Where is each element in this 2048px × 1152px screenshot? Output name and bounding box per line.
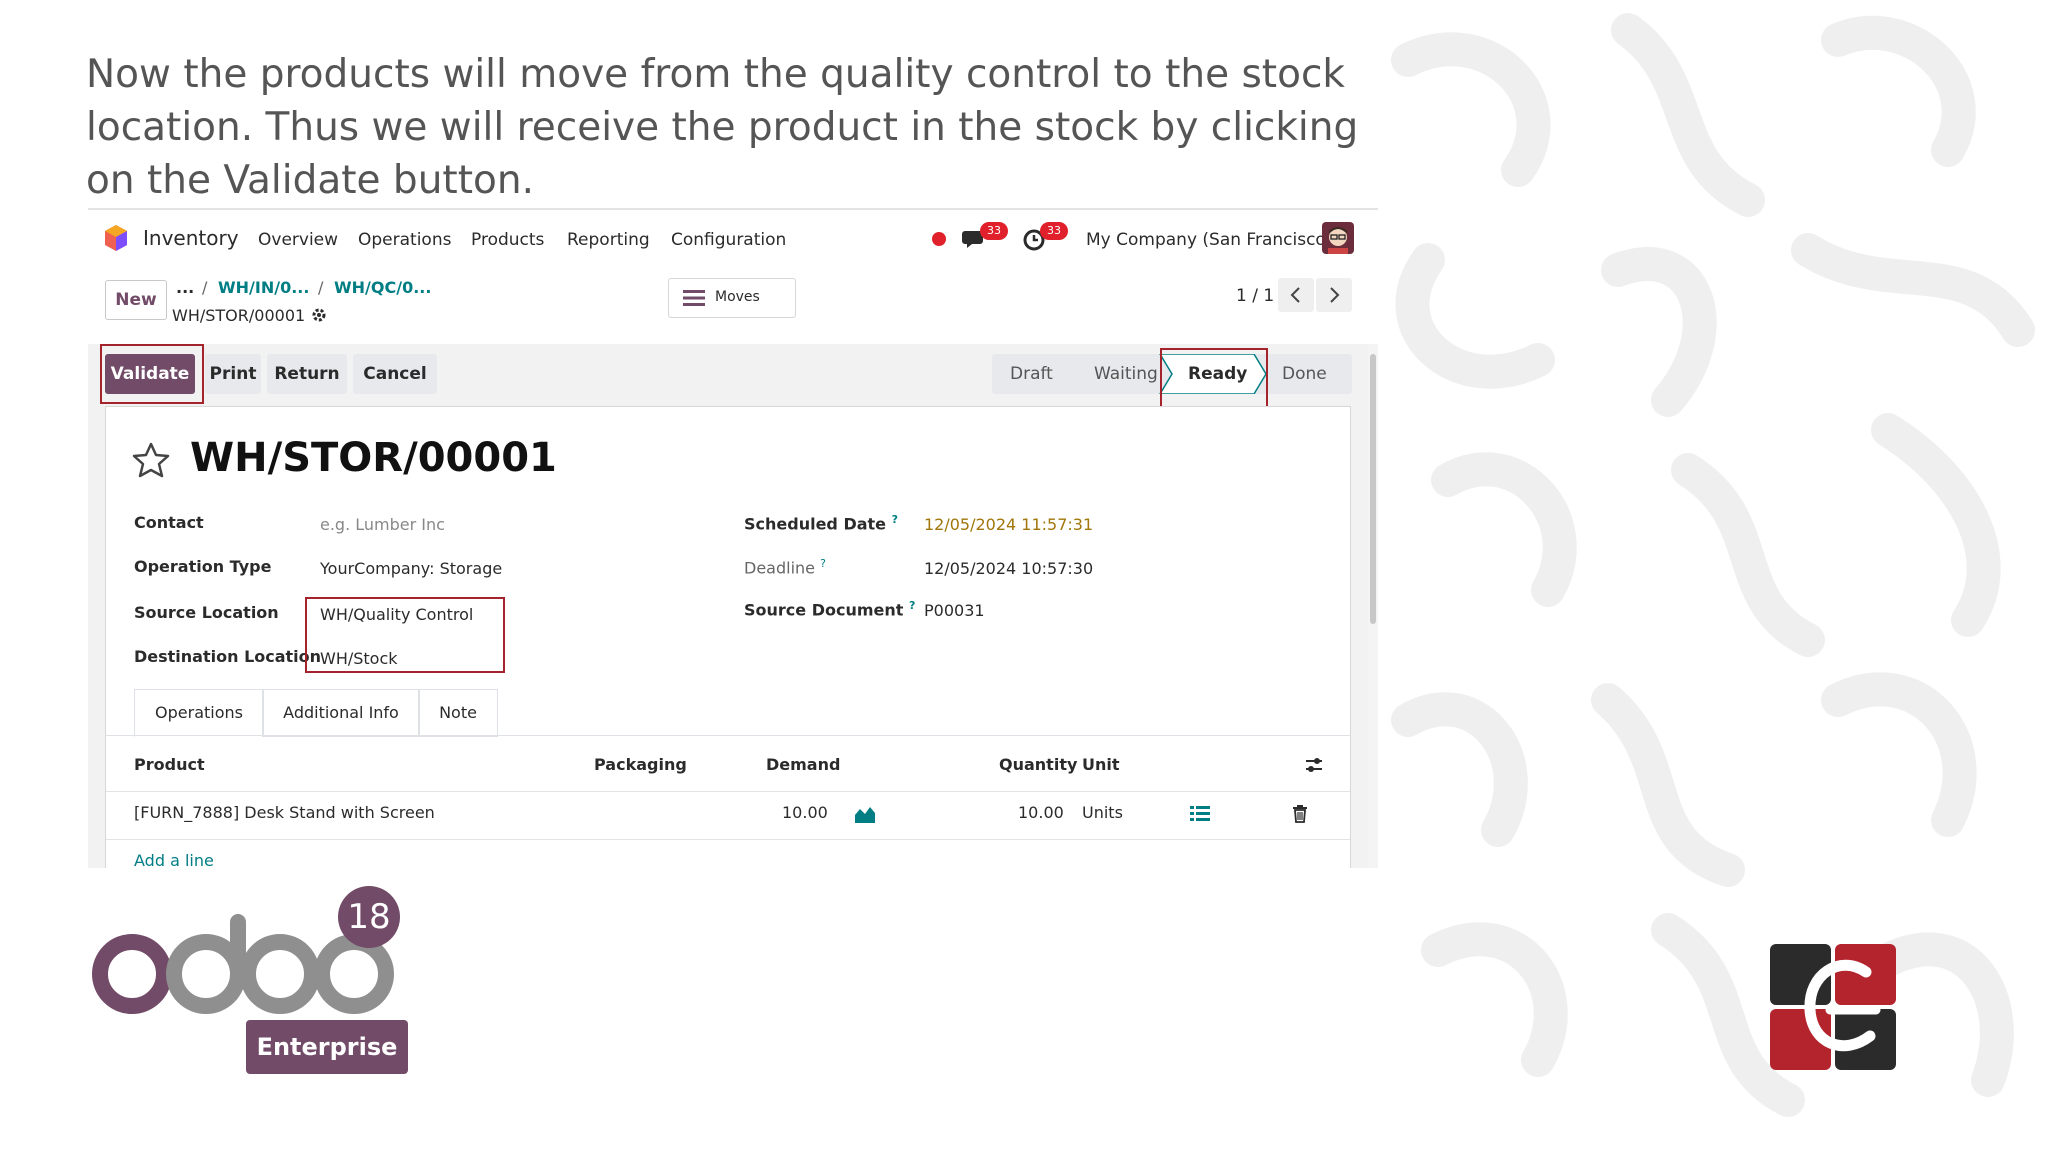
table-header-divider: [106, 791, 1350, 792]
moves-label: Moves: [715, 289, 760, 305]
pager-previous-button[interactable]: [1278, 278, 1314, 312]
odoo-screenshot: Inventory Overview Operations Products R…: [88, 208, 1378, 868]
detailed-operations-list-icon[interactable]: [1190, 805, 1210, 823]
optional-columns-toggle-icon[interactable]: [1304, 755, 1324, 775]
recording-indicator-icon: [932, 232, 946, 246]
tab-operations[interactable]: Operations: [134, 689, 264, 737]
add-a-line-link[interactable]: Add a line: [134, 851, 214, 868]
breadcrumb-separator: /: [202, 278, 208, 297]
return-button[interactable]: Return: [267, 354, 347, 394]
column-demand[interactable]: Demand: [766, 755, 840, 774]
tab-divider: [106, 735, 1350, 736]
breadcrumb-ellipsis[interactable]: ...: [176, 278, 194, 297]
breadcrumb-separator: /: [318, 278, 324, 297]
list-bars-icon: [683, 290, 705, 306]
record-title: WH/STOR/00001: [190, 435, 557, 481]
status-done[interactable]: Done: [1282, 364, 1327, 384]
row-unit[interactable]: Units: [1082, 803, 1123, 822]
source-document-field[interactable]: P00031: [924, 601, 985, 620]
decorative-pattern: [1391, 13, 2035, 1117]
operation-type-field[interactable]: YourCompany: Storage: [320, 559, 502, 578]
breadcrumb-current-record: WH/STOR/00001: [172, 306, 306, 325]
column-quantity[interactable]: Quantity: [999, 755, 1077, 774]
scheduled-date-field[interactable]: 12/05/2024 11:57:31: [924, 515, 1093, 534]
contact-field[interactable]: e.g. Lumber Inc: [320, 515, 445, 534]
pager-value[interactable]: 1 / 1: [1236, 286, 1274, 306]
menu-products[interactable]: Products: [471, 230, 544, 250]
star-icon[interactable]: [132, 441, 170, 479]
status-draft[interactable]: Draft: [1010, 364, 1053, 384]
forecast-chart-icon[interactable]: [854, 805, 876, 823]
status-waiting[interactable]: Waiting: [1094, 364, 1158, 384]
contact-label: Contact: [134, 513, 204, 532]
enterprise-badge: Enterprise: [246, 1020, 408, 1074]
row-product[interactable]: [FURN_7888] Desk Stand with Screen: [134, 803, 435, 822]
operation-type-label: Operation Type: [134, 557, 272, 576]
app-name[interactable]: Inventory: [143, 226, 239, 250]
form-sheet: WH/STOR/00001 Contact e.g. Lumber Inc Op…: [105, 406, 1351, 868]
cancel-button[interactable]: Cancel: [353, 354, 437, 394]
odoo-version-badge: 18: [338, 886, 400, 948]
chevron-left-icon: [1290, 287, 1300, 303]
gear-icon[interactable]: [310, 306, 328, 324]
chevron-right-icon: [1330, 287, 1340, 303]
row-demand[interactable]: 10.00: [782, 803, 828, 822]
trash-icon[interactable]: [1292, 805, 1308, 823]
menu-operations[interactable]: Operations: [358, 230, 451, 250]
source-document-label: Source Document ?: [744, 599, 916, 620]
deadline-label: Deadline ?: [744, 557, 826, 578]
top-navbar: Inventory Overview Operations Products R…: [88, 210, 1378, 268]
menu-reporting[interactable]: Reporting: [567, 230, 650, 250]
breadcrumb-quality-control[interactable]: WH/QC/0...: [334, 278, 431, 297]
pager-next-button[interactable]: [1316, 278, 1352, 312]
moves-smart-button[interactable]: Moves: [668, 278, 796, 318]
source-location-label: Source Location: [134, 603, 279, 622]
column-unit[interactable]: Unit: [1082, 755, 1120, 774]
locations-highlight-box: [305, 597, 505, 673]
menu-configuration[interactable]: Configuration: [671, 230, 786, 250]
user-avatar[interactable]: [1322, 222, 1354, 254]
breadcrumb-receipt[interactable]: WH/IN/0...: [218, 278, 309, 297]
messages-badge: 33: [980, 222, 1008, 240]
ready-highlight-box: [1160, 348, 1268, 408]
column-packaging[interactable]: Packaging: [594, 755, 687, 774]
new-button[interactable]: New: [105, 280, 167, 320]
tutorial-caption: Now the products will move from the qual…: [86, 52, 1359, 203]
company-brand-logo: [1770, 944, 1896, 1070]
tab-note[interactable]: Note: [418, 689, 498, 737]
deadline-field[interactable]: 12/05/2024 10:57:30: [924, 559, 1093, 578]
inventory-app-icon[interactable]: [104, 224, 128, 252]
menu-overview[interactable]: Overview: [258, 230, 338, 250]
company-switcher[interactable]: My Company (San Francisco): [1086, 230, 1332, 250]
row-quantity[interactable]: 10.00: [1018, 803, 1064, 822]
print-button[interactable]: Print: [205, 354, 261, 394]
activities-badge: 33: [1040, 222, 1068, 240]
destination-location-label: Destination Location: [134, 647, 322, 666]
tab-additional-info[interactable]: Additional Info: [262, 689, 420, 737]
scheduled-date-label: Scheduled Date ?: [744, 513, 898, 534]
scrollbar-thumb[interactable]: [1370, 354, 1376, 624]
validate-highlight-box: [100, 344, 204, 404]
column-product[interactable]: Product: [134, 755, 205, 774]
table-row-divider: [106, 839, 1350, 840]
